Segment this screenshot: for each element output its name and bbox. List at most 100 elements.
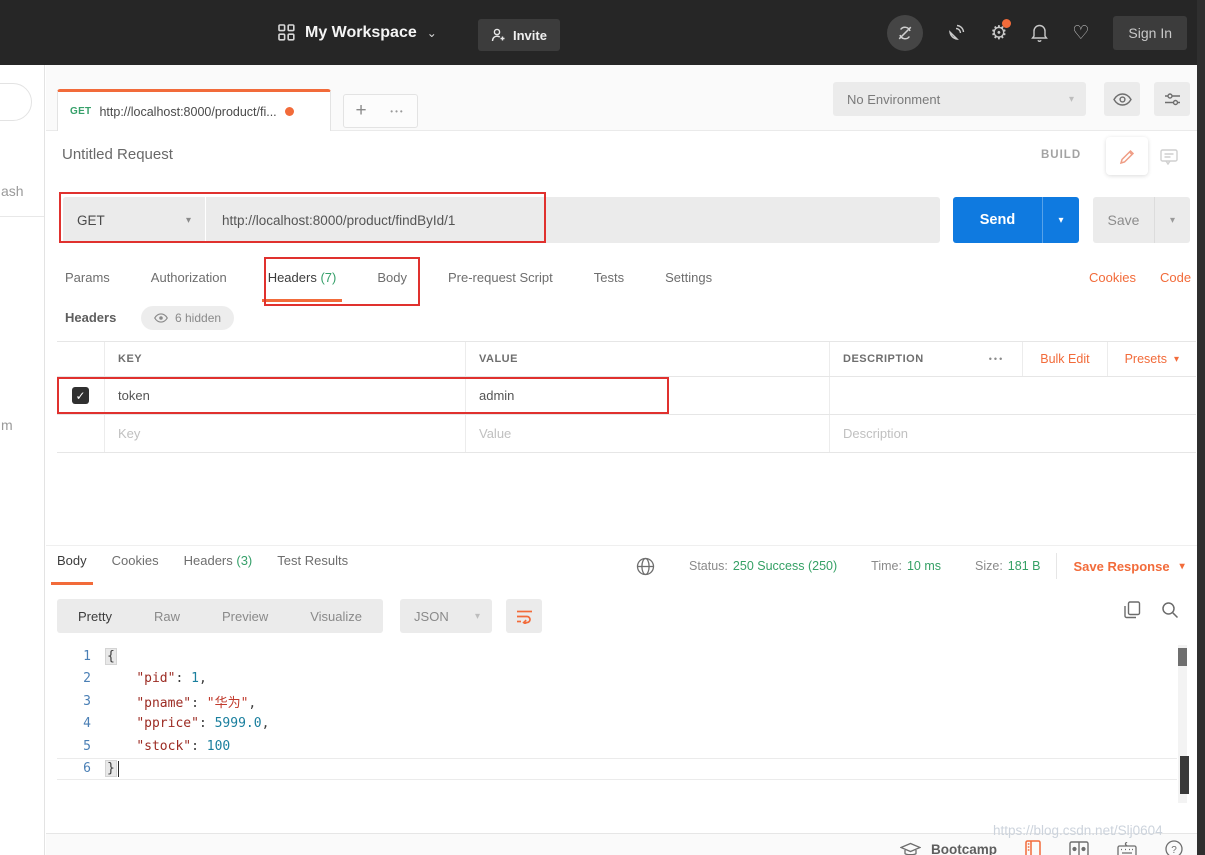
line-number: 4 — [83, 716, 91, 732]
invite-label: Invite — [513, 27, 547, 43]
bulk-edit-link[interactable]: Bulk Edit — [1023, 352, 1106, 366]
tab-settings[interactable]: Settings — [665, 262, 712, 302]
tab-headers[interactable]: Headers (7) — [261, 262, 342, 302]
new-tab-button[interactable]: + — [343, 94, 379, 128]
sidebar-item-fragment[interactable]: m — [1, 417, 13, 433]
environment-value: No Environment — [847, 91, 941, 107]
environment-quick-look-button[interactable] — [1104, 82, 1140, 116]
heart-icon: ♡ — [1072, 21, 1090, 44]
send-button[interactable]: Send — [953, 197, 1043, 243]
description-placeholder[interactable]: Description — [843, 426, 908, 441]
row-checkbox-checked[interactable]: ✓ — [72, 387, 89, 404]
view-mode-raw[interactable]: Raw — [133, 609, 201, 624]
status-value[interactable]: 250 Success (250) — [733, 559, 837, 573]
value-placeholder[interactable]: Value — [479, 426, 511, 441]
tab-params[interactable]: Params — [65, 262, 110, 302]
sidebar-divider — [0, 216, 44, 217]
save-button[interactable]: Save — [1093, 197, 1155, 243]
chevron-down-icon: ▾ — [1173, 353, 1179, 365]
pencil-icon — [1119, 149, 1134, 164]
person-add-icon — [491, 28, 505, 42]
send-options-button[interactable]: ▾ — [1043, 197, 1079, 243]
settings-button[interactable]: ⚙ — [990, 18, 1012, 44]
view-mode-visualize[interactable]: Visualize — [289, 609, 383, 624]
response-tab-test-results[interactable]: Test Results — [277, 548, 348, 585]
open-request-tab[interactable]: GET http://localhost:8000/product/fi... — [57, 89, 331, 131]
workspace-switcher[interactable]: My Workspace ⌄ — [278, 0, 437, 65]
header-row-empty: Key Value Description — [57, 415, 1196, 453]
response-format-selector[interactable]: JSON ▾ — [400, 599, 493, 633]
changelog-panel-icon[interactable] — [1025, 840, 1041, 855]
response-tab-cookies[interactable]: Cookies — [112, 548, 159, 585]
response-section-tabs: Body Cookies Headers (3) Test Results — [51, 548, 348, 585]
time-value[interactable]: 10 ms — [907, 559, 941, 573]
tab-pre-request-script[interactable]: Pre-request Script — [448, 262, 553, 302]
view-mode-preview[interactable]: Preview — [201, 609, 289, 624]
tab-tests[interactable]: Tests — [594, 262, 624, 302]
hidden-headers-label: 6 hidden — [175, 311, 222, 325]
capture-requests-button[interactable] — [947, 23, 966, 42]
code-scrollbar-thumb[interactable] — [1178, 648, 1187, 666]
comments-button[interactable] — [1150, 141, 1188, 173]
help-icon[interactable]: ? — [1165, 840, 1183, 855]
request-tab-strip: GET http://localhost:8000/product/fi... … — [46, 65, 1197, 131]
chevron-down-icon: ▾ — [475, 610, 481, 622]
url-input[interactable]: http://localhost:8000/product/findById/1 — [206, 213, 940, 228]
save-options-button[interactable]: ▾ — [1155, 197, 1190, 243]
search-icon[interactable] — [1161, 601, 1179, 619]
header-row-token: ✓ token admin — [57, 377, 1196, 415]
key-placeholder[interactable]: Key — [118, 426, 140, 441]
header-value-cell[interactable]: admin — [479, 388, 514, 403]
wrap-lines-button[interactable] — [506, 599, 543, 633]
chevron-down-icon: ▾ — [1068, 93, 1074, 105]
tab-authorization[interactable]: Authorization — [151, 262, 227, 302]
cookies-link[interactable]: Cookies — [1089, 270, 1136, 285]
presets-dropdown[interactable]: Presets ▾ — [1108, 352, 1196, 366]
response-tab-headers[interactable]: Headers (3) — [184, 548, 253, 585]
headers-section-label: Headers — [65, 310, 117, 325]
plus-icon: + — [355, 100, 367, 121]
notifications-button[interactable] — [1031, 23, 1049, 42]
sidebar-item-trash-fragment[interactable]: ash — [1, 183, 24, 199]
tab-body[interactable]: Body — [377, 262, 407, 302]
request-title[interactable]: Untitled Request — [62, 146, 173, 163]
response-tab-body[interactable]: Body — [51, 548, 93, 585]
globe-icon[interactable] — [636, 557, 655, 576]
code-link[interactable]: Code — [1160, 270, 1191, 285]
two-pane-icon[interactable] — [1069, 841, 1089, 855]
satellite-icon — [949, 24, 965, 40]
eye-icon — [1112, 92, 1132, 106]
wrap-lines-icon — [516, 610, 532, 624]
header-key-cell[interactable]: token — [118, 388, 150, 403]
sliders-icon — [1164, 92, 1180, 105]
environment-settings-button[interactable] — [1154, 82, 1190, 116]
response-headers-count: (3) — [236, 553, 253, 568]
graduation-cap-icon — [900, 842, 921, 855]
format-value: JSON — [414, 608, 449, 624]
bootcamp-label: Bootcamp — [931, 841, 998, 855]
view-mode-pretty[interactable]: Pretty — [57, 609, 133, 624]
sign-in-button[interactable]: Sign In — [1113, 15, 1187, 50]
save-response-button[interactable]: Save Response ▾ — [1073, 559, 1184, 574]
time-label: Time: — [871, 559, 902, 573]
copy-icon[interactable] — [1124, 601, 1141, 619]
send-button-group: Send ▾ — [953, 197, 1079, 243]
edit-mode-button[interactable] — [1106, 137, 1148, 175]
invite-button[interactable]: Invite — [478, 19, 560, 51]
bootcamp-button[interactable]: Bootcamp — [900, 842, 997, 855]
keyboard-shortcuts-icon[interactable] — [1117, 842, 1137, 855]
environment-selector[interactable]: No Environment ▾ — [833, 82, 1086, 116]
csdn-watermark: https://blog.csdn.net/Slj0604 — [993, 823, 1163, 838]
more-actions-icon[interactable]: ••• — [971, 354, 1022, 364]
response-body-code[interactable]: 1{2 "pid": 1, 3 "pname": "华为", 4 "pprice":… — [57, 645, 1177, 805]
headers-count: (7) — [320, 270, 337, 285]
sidebar-pill-button[interactable] — [0, 83, 32, 121]
outer-scrollbar-thumb[interactable] — [1180, 756, 1189, 794]
tab-options-button[interactable]: ••• — [378, 94, 418, 128]
hidden-headers-toggle[interactable]: 6 hidden — [141, 306, 235, 330]
size-value[interactable]: 181 B — [1008, 559, 1041, 573]
favorites-button[interactable]: ♡ — [1072, 22, 1089, 44]
sync-off-button[interactable] — [887, 14, 924, 51]
tab-title: http://localhost:8000/product/fi... — [99, 104, 277, 119]
method-selector[interactable]: GET ▾ — [63, 197, 206, 243]
